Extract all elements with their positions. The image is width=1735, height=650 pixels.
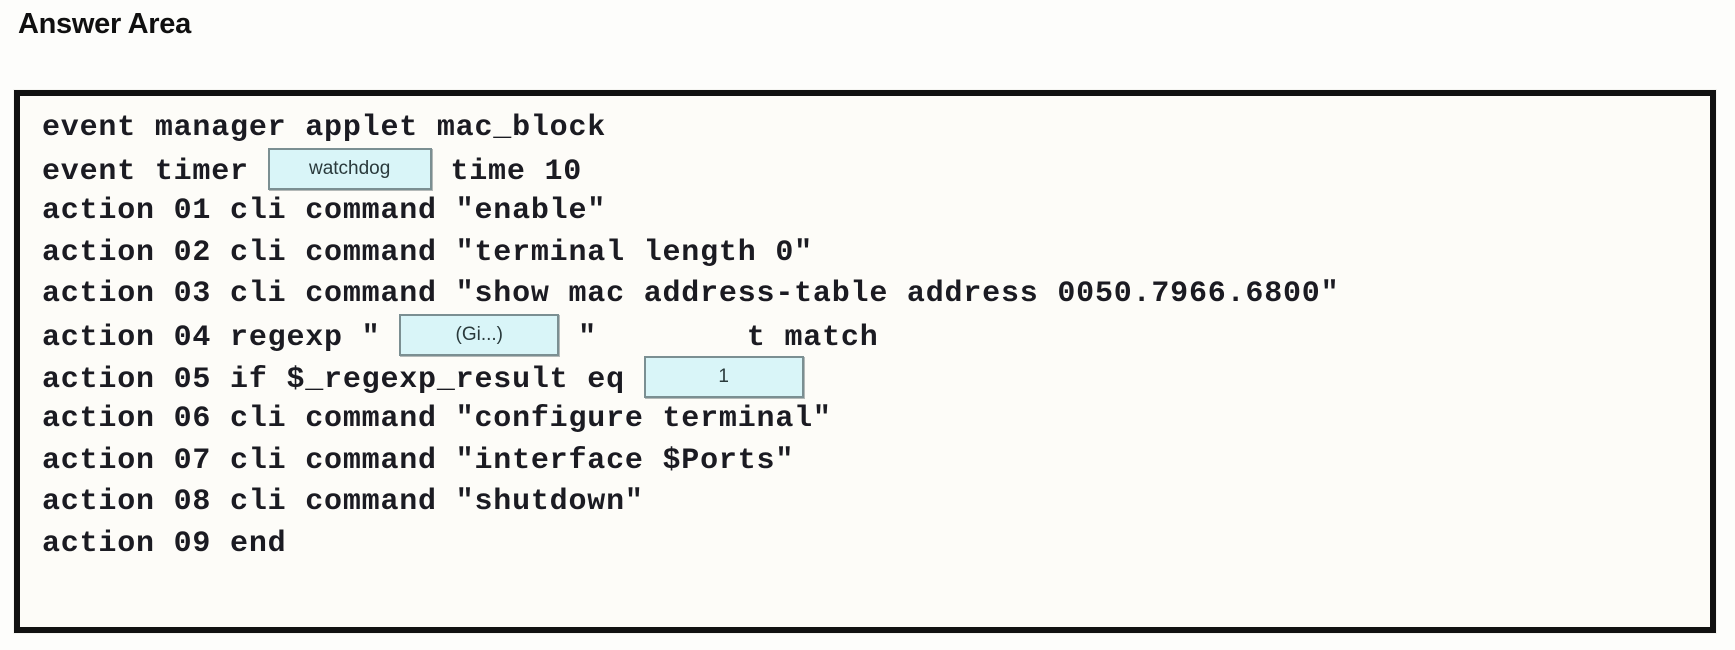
code-line: action 04 regexp " (Gi...) " t match [42, 313, 1710, 358]
dropdown-regexp-result-value[interactable]: 1 [643, 355, 804, 398]
dropdown-timer-type[interactable]: watchdog [267, 147, 432, 190]
code-text: time 10 [431, 154, 583, 189]
code-text: event manager applet mac_block [42, 111, 607, 145]
code-lines-container: event manager applet mac_block event time… [20, 96, 1710, 627]
page-title: Answer Area [18, 8, 191, 40]
code-text: action 04 regexp " [42, 320, 400, 355]
code-text: t match [746, 320, 879, 355]
code-line: action 01 cli command "enable" [42, 191, 1710, 233]
code-line: event timer watchdog time 10 [42, 147, 1710, 192]
code-line: event manager applet mac_block [42, 108, 1710, 150]
code-line: action 09 end [42, 524, 1710, 566]
code-text: " [559, 320, 597, 355]
code-panel: event manager applet mac_block event time… [14, 90, 1716, 633]
code-text: action 02 cli command "terminal length 0… [42, 235, 813, 270]
code-text: action 03 cli command "show mac address-… [42, 277, 1340, 312]
code-line: action 07 cli command "interface $Ports" [42, 441, 1710, 483]
code-text: action 05 if $_regexp_result eq [42, 362, 644, 397]
code-text: action 07 cli command "interface $Ports" [42, 443, 795, 478]
code-text: event timer [42, 154, 268, 189]
code-line: action 03 cli command "show mac address-… [42, 274, 1710, 316]
code-line: action 05 if $_regexp_result eq 1 [42, 355, 1710, 400]
code-text: action 09 end [42, 526, 287, 561]
code-text: action 08 cli command "shutdown" [42, 485, 644, 520]
dropdown-regexp-pattern[interactable]: (Gi...) [399, 313, 560, 356]
code-text: action 01 cli command "enable" [42, 194, 607, 229]
code-text: action 06 cli command "configure termina… [42, 402, 832, 437]
code-line: action 02 cli command "terminal length 0… [42, 233, 1710, 275]
code-line: action 08 cli command "shutdown" [42, 482, 1710, 524]
answer-area-page: Answer Area event manager applet mac_blo… [0, 0, 1735, 650]
code-line: action 06 cli command "configure termina… [42, 399, 1710, 441]
